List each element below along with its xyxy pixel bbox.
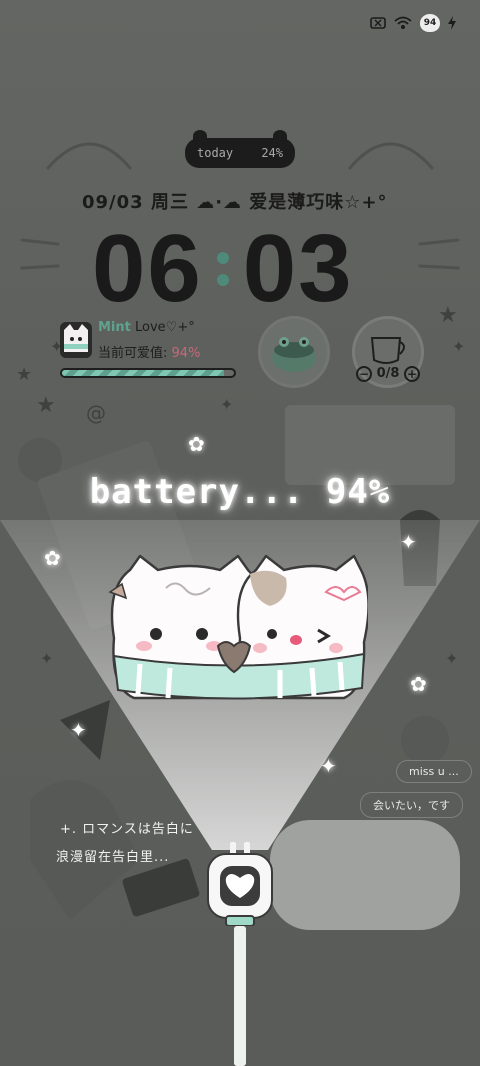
charging-bolt-icon xyxy=(448,16,456,30)
svg-text:★: ★ xyxy=(438,303,458,328)
paw-separator-icon xyxy=(203,252,243,286)
sparkle-icon: ✿ xyxy=(410,672,427,696)
cup-increase-button[interactable]: + xyxy=(404,366,420,382)
cats-illustration xyxy=(108,554,368,700)
today-percent: 24% xyxy=(261,146,283,160)
date-line: 09/03 周三 ☁·☁ 爱是薄巧味☆+° xyxy=(82,192,388,213)
lock-screen: ✦ ✦ ★ ★ ★ ✦ ✦ ✦ @ 94 today 24% 09/03 周三 … xyxy=(0,0,480,1066)
romance-line-1: +. ロマンスは告白に xyxy=(60,822,194,837)
today-label: today xyxy=(197,146,234,160)
frog-macaron-icon xyxy=(272,337,316,372)
clock: 06 03 xyxy=(92,214,392,324)
romance-line-2: 浪漫留在告白里... xyxy=(56,850,170,865)
svg-text:★: ★ xyxy=(16,364,32,385)
charging-plug-icon xyxy=(207,842,273,926)
miss-u-chip: miss u ... xyxy=(396,760,472,783)
cute-label: 当前可爱值: xyxy=(98,346,168,361)
sparkle-icon: ✦ xyxy=(320,754,337,778)
mint-suffix: Love♡+° xyxy=(135,320,195,335)
svg-text:✦: ✦ xyxy=(220,395,233,414)
mint-status-widget[interactable]: Mint Love♡+° 当前可爱值: 94% xyxy=(60,318,240,382)
cute-value: 94% xyxy=(171,346,201,361)
frog-macaron-widget[interactable] xyxy=(258,316,330,388)
svg-text:@: @ xyxy=(86,401,106,425)
sparkle-icon: ✿ xyxy=(44,546,61,570)
clock-hours: 06 xyxy=(92,215,203,322)
cute-progress-bar xyxy=(60,368,236,378)
charging-text: battery... 94% xyxy=(89,472,391,512)
avatar xyxy=(60,322,92,358)
status-bar: 94 xyxy=(370,12,456,34)
sparkle-icon: ✿ xyxy=(188,432,205,456)
sparkle-icon: ✦ xyxy=(400,530,417,554)
clock-minutes: 03 xyxy=(242,215,354,322)
today-pill: today 24% xyxy=(185,130,295,168)
cute-progress-fill xyxy=(62,370,224,376)
aitai-chip: 会いたい，です xyxy=(360,792,463,818)
sparkle-icon: ✦ xyxy=(70,718,87,742)
cute-value-row: 当前可爱值: 94% xyxy=(98,342,200,361)
battery-level: 94 xyxy=(423,18,437,28)
battery-cat-icon: 94 xyxy=(420,14,440,32)
mint-name: Mint xyxy=(98,320,131,335)
wifi-icon xyxy=(394,16,412,29)
no-sim-icon xyxy=(370,17,386,29)
charging-cable xyxy=(234,926,246,1066)
svg-text:★: ★ xyxy=(36,393,56,418)
mint-title: Mint Love♡+° xyxy=(98,320,195,335)
svg-text:✦: ✦ xyxy=(452,337,465,356)
